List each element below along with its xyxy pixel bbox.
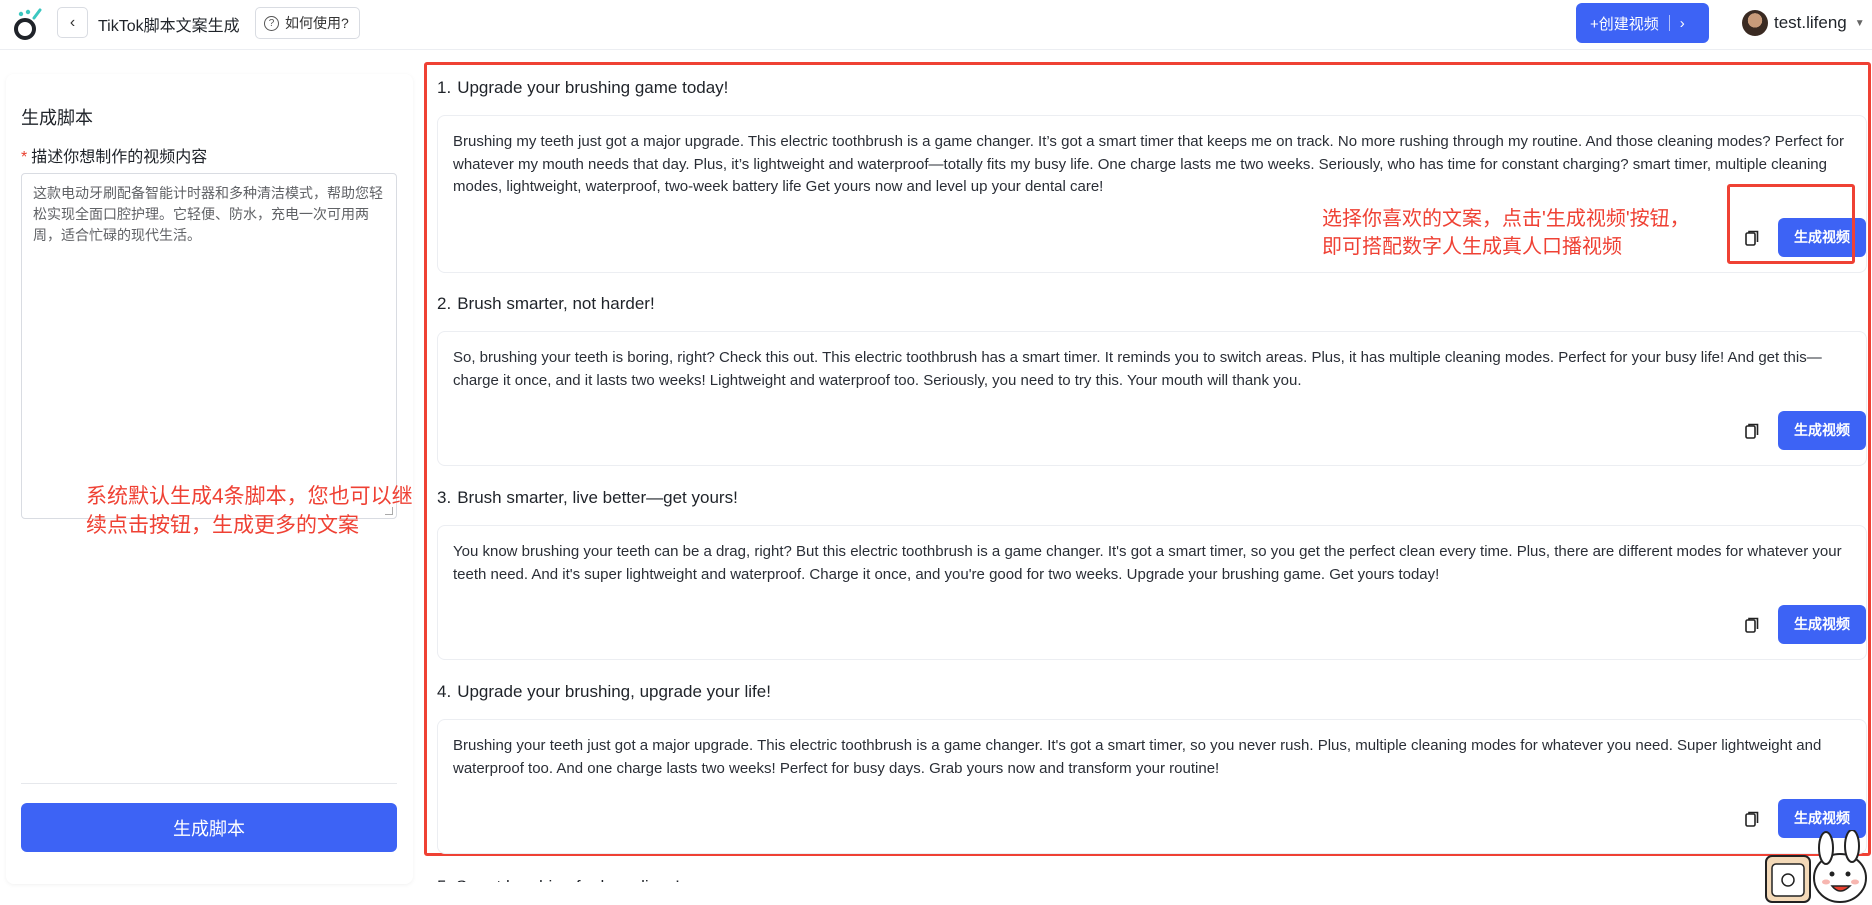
script-number: 4. [437, 682, 452, 701]
script-title: 2. Brush smarter, not harder! [437, 290, 1867, 318]
generate-video-button[interactable]: 生成视频 [1778, 605, 1866, 644]
user-menu[interactable]: test.lifeng ▼ [1742, 10, 1865, 36]
script-body: Brushing my teeth just got a major upgra… [453, 133, 1844, 195]
button-divider [1668, 15, 1670, 31]
question-icon: ? [264, 15, 279, 31]
chevron-right-icon: › [1679, 14, 1685, 32]
script-body: You know brushing your teeth can be a dr… [453, 543, 1842, 583]
description-textarea[interactable]: 这款电动牙刷配备智能计时器和多种清洁模式，帮助您轻松实现全面口腔护理。它轻便、防… [21, 173, 397, 519]
help-button[interactable]: ? 如何使用? [255, 7, 360, 39]
description-label: * 描述你想制作的视频内容 [21, 143, 207, 167]
script-title-text: Upgrade your brushing, upgrade your life… [457, 682, 771, 701]
caret-down-icon: ▼ [1854, 17, 1865, 29]
divider [21, 783, 397, 784]
script-card: You know brushing your teeth can be a dr… [437, 525, 1867, 660]
username: test.lifeng [1774, 13, 1847, 32]
script-form-panel: 生成脚本 * 描述你想制作的视频内容 这款电动牙刷配备智能计时器和多种清洁模式，帮… [6, 74, 413, 884]
required-mark: * [21, 149, 28, 166]
script-card: Brushing your teeth just got a major upg… [437, 719, 1867, 854]
page-title: TikTok脚本文案生成 [98, 18, 240, 35]
copy-icon[interactable] [1740, 419, 1764, 443]
script-card: So, brushing your teeth is boring, right… [437, 331, 1867, 466]
back-button[interactable]: ‹ [57, 7, 88, 38]
script-item-4: 4. Upgrade your brushing, upgrade your li… [437, 678, 1867, 854]
card-actions: 生成视频 [1740, 411, 1866, 450]
generate-video-button[interactable]: 生成视频 [1778, 411, 1866, 450]
annotation-highlight [1727, 184, 1855, 264]
panel-title: 生成脚本 [21, 108, 93, 128]
help-label: 如何使用? [285, 15, 349, 31]
script-title-text: Upgrade your brushing game today! [457, 78, 729, 97]
create-video-label: +创建视频 [1590, 15, 1659, 33]
script-title: 4. Upgrade your brushing, upgrade your li… [437, 678, 1867, 706]
script-number: 3. [437, 488, 452, 507]
annotation-right-line2: 即可搭配数字人生成真人口播视频 [1322, 236, 1622, 258]
copy-icon[interactable] [1740, 807, 1764, 831]
script-body: So, brushing your teeth is boring, right… [453, 349, 1822, 389]
top-bar: ‹ TikTok脚本文案生成 ? 如何使用? +创建视频 › test.life… [0, 0, 1872, 50]
generate-script-button[interactable]: 生成脚本 [21, 803, 397, 852]
description-label-text: 描述你想制作的视频内容 [31, 149, 208, 166]
avatar [1742, 10, 1768, 36]
script-title: 1. Upgrade your brushing game today! [437, 74, 1867, 102]
create-video-button[interactable]: +创建视频 › [1576, 3, 1709, 43]
script-number: 1. [437, 78, 452, 97]
annotation-left: 系统默认生成4条脚本，您也可以继续点击按钮，生成更多的文案 [86, 485, 413, 537]
script-body: Brushing your teeth just got a major upg… [453, 737, 1822, 777]
script-title-text: Brush smarter, not harder! [457, 294, 655, 313]
script-title: 3. Brush smarter, live better—get yours! [437, 484, 1867, 512]
script-title-text: Brush smarter, live better—get yours! [457, 488, 738, 507]
mascot-sticker[interactable] [1762, 830, 1872, 905]
app-logo[interactable] [12, 6, 44, 42]
description-value: 这款电动牙刷配备智能计时器和多种清洁模式，帮助您轻松实现全面口腔护理。它轻便、防… [33, 185, 383, 243]
card-actions: 生成视频 [1740, 605, 1866, 644]
chevron-left-icon: ‹ [69, 13, 76, 31]
annotation-right: 选择你喜欢的文案，点击'生成视频'按钮， 即可搭配数字人生成真人口播视频 [1322, 205, 1690, 261]
script-item-3: 3. Brush smarter, live better—get yours! … [437, 484, 1867, 660]
script-number: 2. [437, 294, 452, 313]
annotation-right-line1: 选择你喜欢的文案，点击'生成视频'按钮， [1322, 208, 1690, 230]
script-item-2: 2. Brush smarter, not harder! So, brushin… [437, 290, 1867, 466]
copy-icon[interactable] [1740, 613, 1764, 637]
script-title-partial: 5. Smart brushing for busy lives! [437, 877, 680, 896]
